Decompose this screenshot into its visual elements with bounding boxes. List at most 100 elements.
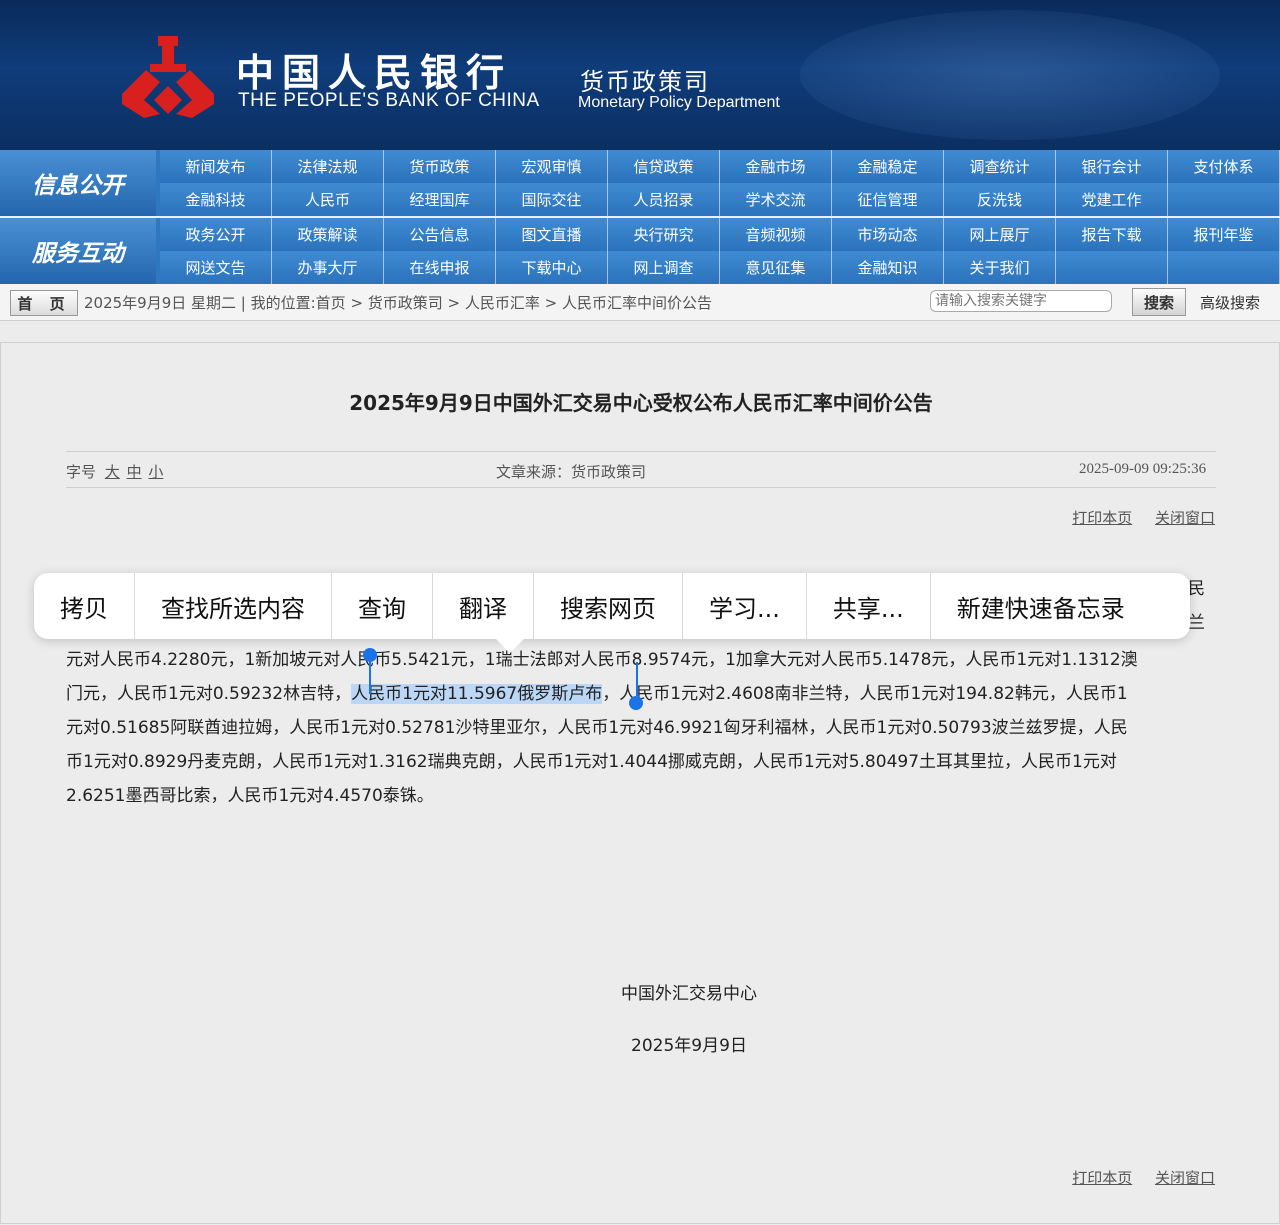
menu-pointer-arrow xyxy=(496,639,524,653)
signature-date: 2025年9月9日 xyxy=(631,1036,747,1056)
nav-item[interactable]: 人民币 xyxy=(272,183,384,216)
article-datetime: 2025-09-09 09:25:36 xyxy=(1079,461,1207,477)
article-actions-top: 打印本页 关闭窗口 xyxy=(1054,507,1215,528)
divider xyxy=(66,451,1216,452)
nav-item[interactable]: 新闻发布 xyxy=(160,150,272,183)
nav-item[interactable]: 报告下载 xyxy=(1056,218,1168,251)
menu-new-quick-note[interactable]: 新建快速备忘录 xyxy=(931,573,1151,639)
menu-search-web[interactable]: 搜索网页 xyxy=(534,573,683,639)
body-text-peek: 民 xyxy=(1188,579,1205,599)
dept-name-cn: 货币政策司 xyxy=(580,68,710,96)
pboc-logo-icon[interactable] xyxy=(120,34,216,120)
nav-item[interactable]: 党建工作 xyxy=(1056,183,1168,216)
page-title: 2025年9月9日中国外汇交易中心受权公布人民币汇率中间价公告 xyxy=(349,391,933,415)
nav-item[interactable]: 网送文告 xyxy=(160,251,272,284)
nav-item[interactable]: 央行研究 xyxy=(608,218,720,251)
advanced-search-link[interactable]: 高级搜索 xyxy=(1200,292,1260,313)
menu-lookup[interactable]: 查询 xyxy=(332,573,433,639)
nav-grid-service: 政务公开 政策解读 公告信息 图文直播 央行研究 音频视频 市场动态 网上展厅 … xyxy=(160,218,1280,284)
article-body[interactable]: 元对人民币4.2280元，1新加坡元对人民币5.5421元，1瑞士法郎对人民币8… xyxy=(66,643,1216,813)
text-selection-menu: 拷贝 查找所选内容 查询 翻译 搜索网页 学习... 共享... 新建快速备忘录 xyxy=(34,573,1190,639)
search-button[interactable]: 搜索 xyxy=(1132,288,1186,316)
org-name-cn: 中国人民银行 xyxy=(236,50,513,95)
font-size-label: 字号 xyxy=(66,463,97,481)
nav-item[interactable]: 下载中心 xyxy=(496,251,608,284)
nav-section-info[interactable]: 信息公开 xyxy=(0,150,156,216)
home-button[interactable]: 首 页 xyxy=(10,290,78,316)
site-header: 中国人民银行 THE PEOPLE'S BANK OF CHINA 货币政策司 … xyxy=(0,0,1280,150)
nav-item[interactable]: 办事大厅 xyxy=(272,251,384,284)
breadcrumb-bar: 首 页 2025年9月9日 星期二 | 我的位置:首页 > 货币政策司 > 人民… xyxy=(0,284,1280,321)
nav-item-empty xyxy=(1168,251,1280,284)
body-text-segment: 门元，人民币1元对0.59232林吉特， xyxy=(66,684,352,704)
font-size-large[interactable]: 大 xyxy=(105,463,120,481)
selection-end-bar xyxy=(636,662,638,696)
font-size-small[interactable]: 小 xyxy=(148,463,163,481)
nav-item[interactable]: 征信管理 xyxy=(832,183,944,216)
signature: 中国外汇交易中心 xyxy=(621,984,757,1004)
nav-item[interactable]: 金融科技 xyxy=(160,183,272,216)
font-size-controls: 字号 大 中 小 xyxy=(66,461,163,482)
nav-item[interactable]: 音频视频 xyxy=(720,218,832,251)
selection-start-bar xyxy=(369,660,371,694)
menu-find-selection[interactable]: 查找所选内容 xyxy=(135,573,332,639)
nav-section-service[interactable]: 服务互动 xyxy=(0,218,156,284)
article-actions-bottom: 打印本页 关闭窗口 xyxy=(1054,1167,1215,1188)
nav-item[interactable]: 关于我们 xyxy=(944,251,1056,284)
nav-item[interactable]: 货币政策 xyxy=(384,150,496,183)
body-line: 币1元对0.8929丹麦克朗，人民币1元对1.3162瑞典克朗，人民币1元对1.… xyxy=(66,752,1117,772)
close-window-link[interactable]: 关闭窗口 xyxy=(1155,509,1215,527)
nav-item[interactable]: 金融知识 xyxy=(832,251,944,284)
nav-item[interactable]: 经理国库 xyxy=(384,183,496,216)
breadcrumb[interactable]: 2025年9月9日 星期二 | 我的位置:首页 > 货币政策司 > 人民币汇率 … xyxy=(84,292,712,313)
menu-share[interactable]: 共享... xyxy=(807,573,931,639)
nav-item[interactable]: 宏观审慎 xyxy=(496,150,608,183)
selected-text[interactable]: 人民币1元对11.5967俄罗斯卢布 xyxy=(351,684,603,704)
nav-item[interactable]: 意见征集 xyxy=(720,251,832,284)
article-panel: 2025年9月9日中国外汇交易中心受权公布人民币汇率中间价公告 字号 大 中 小… xyxy=(0,342,1280,1224)
main-nav: 信息公开 新闻发布 法律法规 货币政策 宏观审慎 信贷政策 金融市场 金融稳定 … xyxy=(0,150,1280,284)
article-source: 文章来源：货币政策司 xyxy=(496,463,647,481)
menu-learn[interactable]: 学习... xyxy=(683,573,807,639)
nav-item[interactable]: 反洗钱 xyxy=(944,183,1056,216)
nav-item[interactable]: 金融稳定 xyxy=(832,150,944,183)
body-text-segment: ，人民币1元对2.4608南非兰特，人民币1元对194.82韩元，人民币1 xyxy=(602,684,1128,704)
nav-item[interactable]: 法律法规 xyxy=(272,150,384,183)
body-text-peek: 兰 xyxy=(1188,613,1205,633)
body-line: 元对人民币4.2280元，1新加坡元对人民币5.5421元，1瑞士法郎对人民币8… xyxy=(66,650,1138,670)
nav-item[interactable]: 在线申报 xyxy=(384,251,496,284)
nav-item[interactable]: 市场动态 xyxy=(832,218,944,251)
nav-item-empty xyxy=(1056,251,1168,284)
nav-item[interactable]: 网上展厅 xyxy=(944,218,1056,251)
menu-copy[interactable]: 拷贝 xyxy=(34,573,135,639)
nav-item[interactable]: 政策解读 xyxy=(272,218,384,251)
nav-item[interactable]: 公告信息 xyxy=(384,218,496,251)
close-window-link[interactable]: 关闭窗口 xyxy=(1155,1169,1215,1187)
nav-item[interactable]: 网上调查 xyxy=(608,251,720,284)
nav-item[interactable]: 支付体系 xyxy=(1168,150,1280,183)
search-input[interactable] xyxy=(930,290,1112,312)
header-glow xyxy=(800,10,1220,140)
org-name-en: THE PEOPLE'S BANK OF CHINA xyxy=(238,90,540,111)
nav-item[interactable]: 政务公开 xyxy=(160,218,272,251)
nav-item[interactable]: 国际交往 xyxy=(496,183,608,216)
body-line: 2.6251墨西哥比索，人民币1元对4.4570泰铢。 xyxy=(66,786,434,806)
nav-item[interactable]: 银行会计 xyxy=(1056,150,1168,183)
nav-item[interactable]: 学术交流 xyxy=(720,183,832,216)
dept-name-en: Monetary Policy Department xyxy=(578,94,780,111)
selection-end-handle[interactable] xyxy=(629,696,643,710)
print-link[interactable]: 打印本页 xyxy=(1072,1169,1132,1187)
nav-item[interactable]: 报刊年鉴 xyxy=(1168,218,1280,251)
font-size-medium[interactable]: 中 xyxy=(127,463,142,481)
selection-start-handle[interactable] xyxy=(363,648,377,662)
body-line: 元对0.51685阿联酋迪拉姆，人民币1元对0.52781沙特里亚尔，人民币1元… xyxy=(66,718,1128,738)
nav-item[interactable]: 人员招录 xyxy=(608,183,720,216)
nav-grid-info: 新闻发布 法律法规 货币政策 宏观审慎 信贷政策 金融市场 金融稳定 调查统计 … xyxy=(160,150,1280,216)
nav-item-empty xyxy=(1168,183,1280,216)
print-link[interactable]: 打印本页 xyxy=(1072,509,1132,527)
nav-item[interactable]: 信贷政策 xyxy=(608,150,720,183)
nav-item[interactable]: 调查统计 xyxy=(944,150,1056,183)
nav-item[interactable]: 金融市场 xyxy=(720,150,832,183)
nav-item[interactable]: 图文直播 xyxy=(496,218,608,251)
menu-translate[interactable]: 翻译 xyxy=(433,573,534,639)
